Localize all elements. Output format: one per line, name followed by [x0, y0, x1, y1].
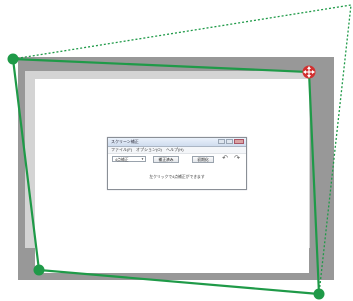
corner-handle-top-left[interactable]: [7, 53, 19, 65]
projection-stage: スクリーン補正 ファイル(F) オプション(O) ヘルプ(H) 4点補正 ▼ 補…: [0, 0, 353, 301]
corrected-outline: [11, 57, 321, 296]
original-projection-outline: [12, 4, 352, 295]
correction-overlay: [7, 4, 352, 300]
corner-handle-bottom-left[interactable]: [33, 264, 45, 276]
corner-cursor-icon[interactable]: [302, 65, 316, 79]
corner-handle-bottom-right[interactable]: [313, 288, 325, 300]
